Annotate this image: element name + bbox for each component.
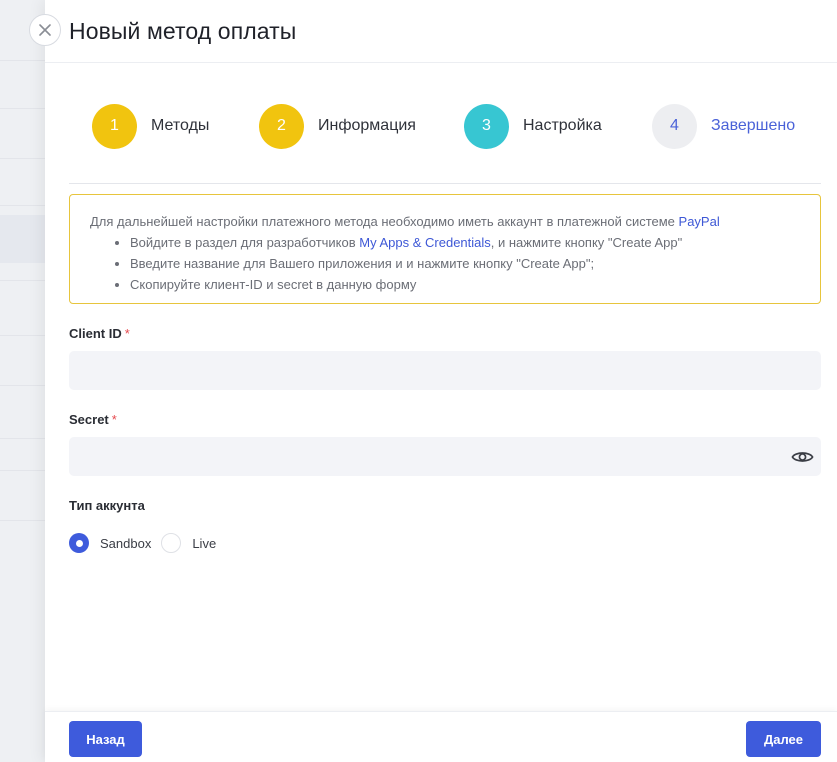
drawer-header: Новый метод оплаты [45, 0, 837, 63]
instruction-list: Войдите в раздел для разработчиков My Ap… [90, 232, 800, 295]
drawer-footer: Назад Далее [45, 711, 837, 762]
step-settings[interactable]: 3 Настройка [464, 103, 602, 149]
info-box: Для дальнейшей настройки платежного мето… [69, 194, 821, 304]
step-information[interactable]: 2 Информация [259, 103, 416, 149]
step-label: Методы [151, 117, 210, 134]
stepper: 1 Методы 2 Информация 3 Настройка 4 Заве… [69, 63, 821, 184]
account-type-radio-group: Sandbox Live [69, 532, 216, 554]
background-block [0, 215, 45, 263]
step-finished[interactable]: 4 Завершено [652, 103, 795, 149]
step-number: 2 [259, 103, 304, 149]
account-type-label: Тип аккунта [69, 498, 145, 513]
step-label: Информация [318, 117, 416, 134]
my-apps-credentials-link[interactable]: My Apps & Credentials [359, 235, 491, 250]
back-button[interactable]: Назад [69, 721, 142, 757]
info-intro-text: Для дальнейшей настройки платежного мето… [90, 214, 679, 229]
secret-input[interactable] [69, 437, 821, 476]
step-label: Настройка [523, 117, 602, 134]
required-mark: * [111, 412, 117, 427]
step-methods[interactable]: 1 Методы [92, 103, 209, 149]
toggle-secret-visibility-button[interactable] [790, 447, 814, 467]
radio-label: Sandbox [100, 535, 152, 551]
instruction-item: Скопируйте клиент-ID и secret в данную ф… [130, 274, 800, 295]
step-number: 4 [652, 103, 697, 149]
next-button[interactable]: Далее [746, 721, 821, 757]
radio-sandbox[interactable]: Sandbox [69, 533, 151, 553]
instruction-text: Войдите в раздел для разработчиков [130, 235, 360, 250]
secret-label-text: Secret [69, 412, 109, 427]
step-number: 1 [92, 103, 137, 149]
drawer-title: Новый метод оплаты [69, 17, 297, 44]
required-mark: * [124, 326, 130, 341]
payment-method-drawer: Новый метод оплаты 1 Методы 2 Информация… [45, 0, 837, 762]
radio-control-checked[interactable] [69, 533, 89, 553]
client-id-label-text: Client ID [69, 326, 122, 341]
close-icon [39, 24, 51, 36]
paypal-link[interactable]: PayPal [679, 214, 720, 229]
secret-label: Secret * [69, 412, 117, 427]
step-label: Завершено [711, 117, 796, 134]
radio-control-unchecked[interactable] [161, 533, 182, 553]
instruction-text: , и нажмите кнопку "Create App" [490, 235, 683, 250]
step-number: 3 [464, 103, 509, 149]
radio-live[interactable]: Live [161, 533, 216, 553]
info-intro: Для дальнейшей настройки платежного мето… [90, 211, 800, 232]
client-id-input[interactable] [69, 351, 821, 390]
client-id-label: Client ID * [69, 326, 130, 341]
close-button[interactable] [29, 14, 61, 46]
instruction-item: Введите название для Вашего приложения и… [130, 253, 800, 274]
radio-label: Live [192, 535, 217, 551]
instruction-item: Войдите в раздел для разработчиков My Ap… [130, 232, 800, 253]
eye-icon [790, 452, 814, 462]
